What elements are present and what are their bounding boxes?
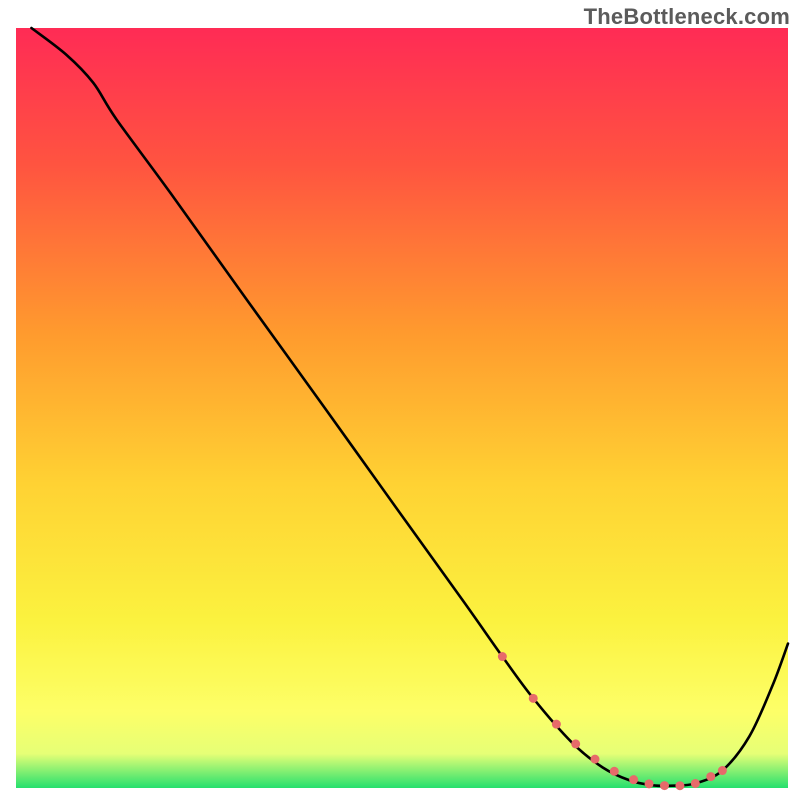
marker-point (591, 755, 600, 764)
plot-area (16, 28, 788, 790)
marker-point (529, 694, 538, 703)
chart-svg (0, 0, 800, 800)
marker-point (718, 766, 727, 775)
marker-point (498, 652, 507, 661)
marker-point (629, 775, 638, 784)
marker-point (691, 779, 700, 788)
watermark-text: TheBottleneck.com (584, 4, 790, 30)
marker-point (610, 767, 619, 776)
marker-point (571, 739, 580, 748)
chart-container: TheBottleneck.com (0, 0, 800, 800)
marker-point (645, 779, 654, 788)
marker-point (675, 781, 684, 790)
marker-point (706, 772, 715, 781)
marker-point (552, 720, 561, 729)
marker-point (660, 781, 669, 790)
